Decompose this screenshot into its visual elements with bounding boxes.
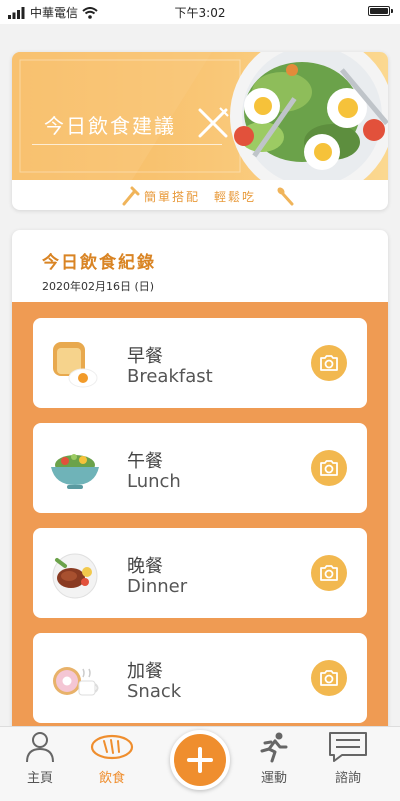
diet-record-header: 今日飲食紀錄 2020年02月16日 (日) <box>12 230 388 302</box>
battery-icon <box>368 6 393 16</box>
steak-plate-icon <box>52 553 98 599</box>
banner-slogan: 簡單搭配 輕鬆吃 <box>143 190 256 204</box>
tab-exercise[interactable]: 運動 <box>244 731 304 797</box>
running-icon <box>260 732 288 763</box>
camera-icon <box>320 460 338 476</box>
camera-button[interactable] <box>311 450 347 486</box>
meal-item-breakfast[interactable]: 早餐 Breakfast <box>33 318 367 408</box>
tab-home[interactable]: 主頁 <box>10 731 70 797</box>
salad-bowl-icon <box>51 454 99 489</box>
battery-indicator <box>368 6 393 16</box>
fork-knife-icon <box>198 107 229 138</box>
meal-name-zh: 加餐 <box>127 661 163 682</box>
tab-consult-label: 諮詢 <box>334 771 361 786</box>
banner-title: 今日飲食建議 <box>44 114 176 138</box>
toast-egg-icon <box>53 342 98 388</box>
tab-diet-label: 飲食 <box>98 771 125 786</box>
diet-record-date: 2020年02月16日 (日) <box>42 280 155 293</box>
meal-name-zh: 晚餐 <box>127 556 163 577</box>
meal-item-lunch[interactable]: 午餐 Lunch <box>33 423 367 513</box>
camera-button[interactable] <box>311 345 347 381</box>
meal-name-zh: 早餐 <box>127 346 163 367</box>
camera-button[interactable] <box>311 555 347 591</box>
diet-suggestion-banner[interactable]: 今日飲食建議 簡單搭配 輕鬆吃 <box>12 52 388 210</box>
diet-record-title: 今日飲食紀錄 <box>42 253 156 273</box>
chat-icon <box>329 732 367 762</box>
donut-coffee-icon <box>53 667 99 696</box>
spoon-icon <box>277 187 294 206</box>
tab-exercise-label: 運動 <box>260 771 287 786</box>
tab-consult[interactable]: 諮詢 <box>318 731 378 797</box>
meal-name-en: Breakfast <box>127 366 213 387</box>
meal-item-snack[interactable]: 加餐 Snack <box>33 633 367 723</box>
camera-icon <box>320 565 338 581</box>
user-icon <box>26 732 54 763</box>
meal-name-en: Lunch <box>127 471 181 492</box>
add-record-button[interactable] <box>170 730 230 790</box>
status-bar: 中華電信 下午3:02 <box>0 0 400 24</box>
diet-record-card: 今日飲食紀錄 2020年02月16日 (日) 早餐 Breakfast 午餐 L… <box>12 230 388 730</box>
tab-diet[interactable]: 飲食 <box>82 731 142 797</box>
meal-list: 早餐 Breakfast 午餐 Lunch 晚餐 Dinner 加餐 Snack <box>12 302 388 730</box>
meal-name-en: Dinner <box>127 576 188 597</box>
status-time: 下午3:02 <box>174 6 226 20</box>
plus-icon <box>187 747 213 773</box>
meal-name-en: Snack <box>127 681 182 702</box>
camera-icon <box>320 670 338 686</box>
meal-name-zh: 午餐 <box>127 451 163 472</box>
camera-button[interactable] <box>311 660 347 696</box>
camera-icon <box>320 355 338 371</box>
meal-item-dinner[interactable]: 晚餐 Dinner <box>33 528 367 618</box>
tab-home-label: 主頁 <box>26 771 53 786</box>
bread-icon <box>90 734 134 760</box>
banner-divider <box>32 144 222 145</box>
